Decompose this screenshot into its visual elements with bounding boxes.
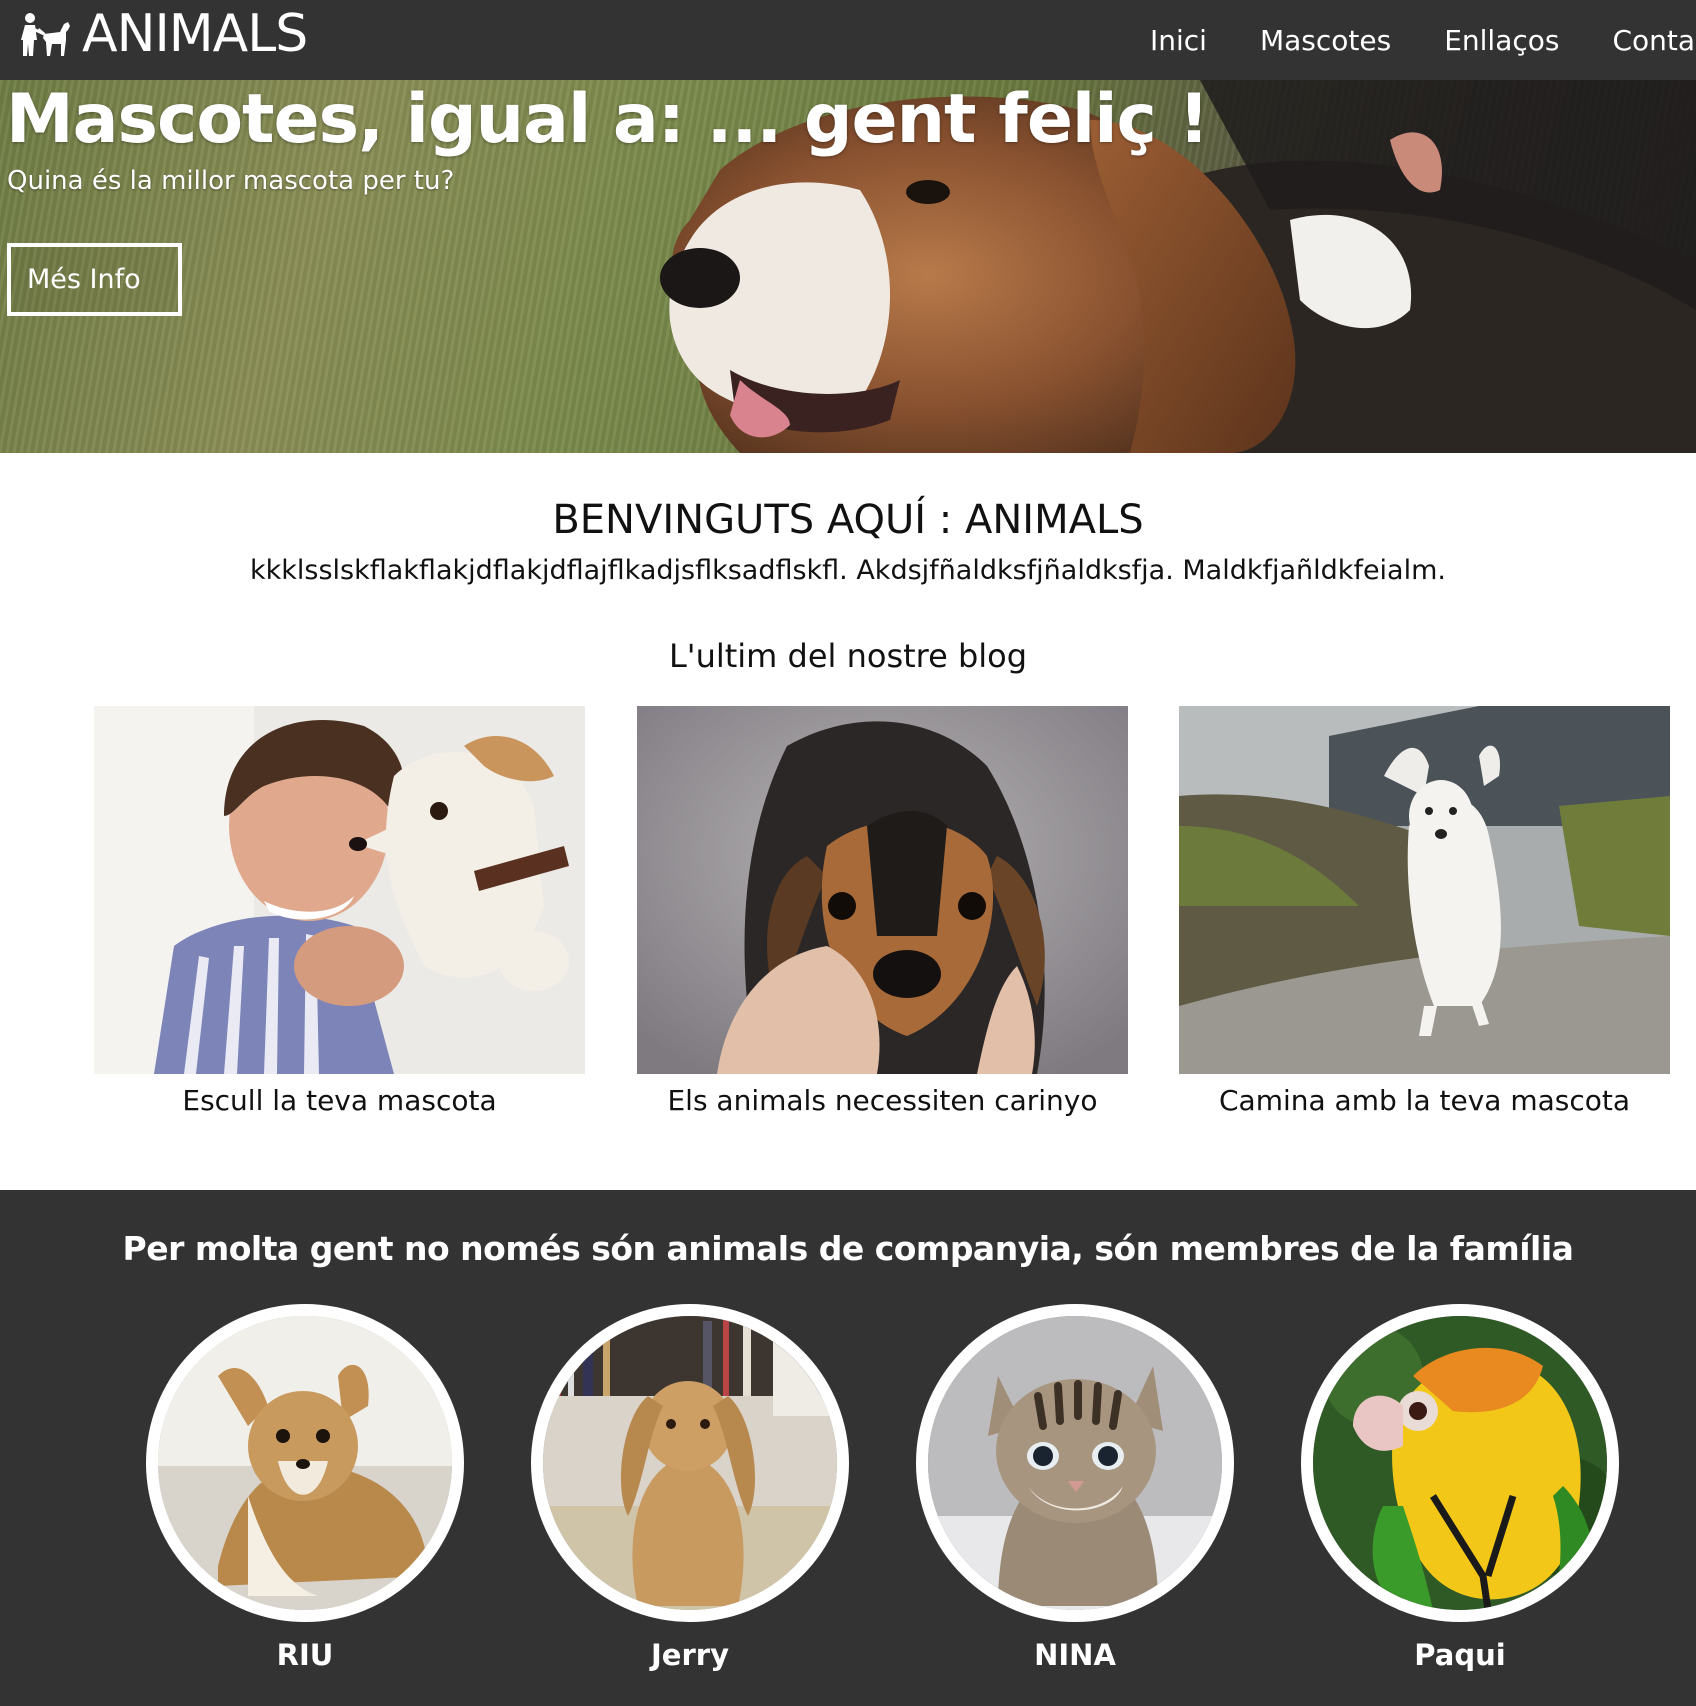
- pet-photo-chihuahua[interactable]: [146, 1304, 464, 1622]
- blog-image-man-with-dog[interactable]: [94, 706, 585, 1074]
- top-navbar: ANIMALS Inici Mascotes Enllaços Contacte: [0, 0, 1696, 80]
- pet-card[interactable]: NINA: [916, 1304, 1234, 1672]
- welcome-text: kkklsslskflakflakjdflakjdflajflkadjsflks…: [250, 555, 1446, 586]
- hero-banner: Mascotes, igual a: ... gent feliç ! Quin…: [0, 80, 1696, 453]
- blog-card[interactable]: Camina amb la teva mascota: [1179, 706, 1670, 1117]
- pet-card[interactable]: RIU: [146, 1304, 464, 1672]
- hero-subtitle: Quina és la millor mascota per tu?: [7, 166, 455, 196]
- more-info-button[interactable]: Més Info: [7, 243, 182, 316]
- pet-card[interactable]: Paqui: [1301, 1304, 1619, 1672]
- pet-photo-rabbit[interactable]: [531, 1304, 849, 1622]
- pet-photo-parrot[interactable]: [1301, 1304, 1619, 1622]
- pet-name: RIU: [276, 1638, 334, 1672]
- blog-section-title: L'ultim del nostre blog: [668, 637, 1028, 675]
- family-section-title: Per molta gent no només són animals de c…: [122, 1229, 1574, 1268]
- pet-card[interactable]: Jerry: [531, 1304, 849, 1672]
- hero-title: Mascotes, igual a: ... gent feliç !: [6, 80, 1210, 159]
- logo[interactable]: ANIMALS: [16, 2, 308, 66]
- logo-text: ANIMALS: [82, 4, 308, 64]
- nav-link-enllacos[interactable]: Enllaços: [1444, 24, 1559, 57]
- pet-photo-kitten[interactable]: [916, 1304, 1234, 1622]
- blog-image-puppy-in-hand[interactable]: [637, 706, 1128, 1074]
- pet-name: NINA: [1034, 1638, 1116, 1672]
- pet-name: Jerry: [651, 1638, 729, 1672]
- blog-caption[interactable]: Els animals necessiten carinyo: [637, 1084, 1128, 1117]
- nav-link-contacte[interactable]: Contacte: [1612, 24, 1696, 57]
- nav-link-inici[interactable]: Inici: [1150, 24, 1207, 57]
- dog-and-person-icon: [21, 13, 70, 56]
- blog-card[interactable]: Els animals necessiten carinyo: [637, 706, 1128, 1117]
- blog-caption[interactable]: Camina amb la teva mascota: [1179, 1084, 1670, 1117]
- pet-name: Paqui: [1414, 1638, 1506, 1672]
- blog-image-running-puppy[interactable]: [1179, 706, 1670, 1074]
- blog-caption[interactable]: Escull la teva mascota: [94, 1084, 585, 1117]
- family-section: Per molta gent no només són animals de c…: [0, 1190, 1696, 1706]
- main-menu: Inici Mascotes Enllaços Contacte: [1150, 0, 1696, 80]
- nav-link-mascotes[interactable]: Mascotes: [1260, 24, 1391, 57]
- blog-card[interactable]: Escull la teva mascota: [94, 706, 585, 1117]
- welcome-title: BENVINGUTS AQUÍ : ANIMALS: [552, 497, 1144, 543]
